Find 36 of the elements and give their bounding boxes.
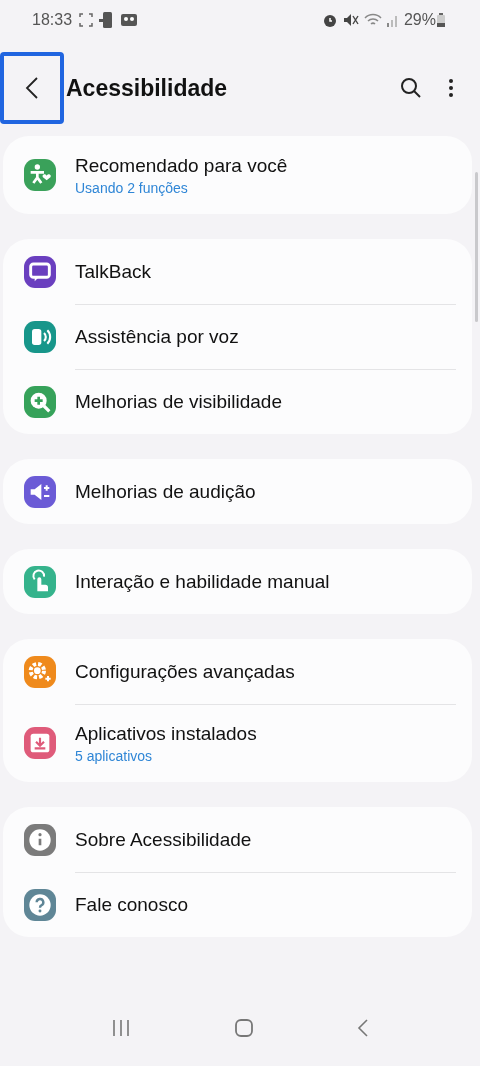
battery-percent: 29%: [403, 11, 436, 29]
item-title: Assistência por voz: [75, 326, 240, 348]
back-button[interactable]: [0, 52, 64, 124]
battery-icon: [436, 12, 446, 28]
item-subtitle: 5 aplicativos: [75, 748, 154, 764]
item-title: Aplicativos instalados: [75, 723, 258, 745]
item-title: TalkBack: [75, 260, 153, 283]
home-icon: [234, 1018, 254, 1038]
item-title: Fale conosco: [75, 894, 189, 916]
settings-item[interactable]: TalkBack: [3, 239, 472, 304]
settings-item[interactable]: Melhorias de audição: [3, 459, 472, 524]
alarm-icon: [321, 12, 338, 28]
page-title: Acessibilidade: [66, 74, 229, 102]
more-icon: [448, 78, 454, 98]
search-icon: [400, 77, 422, 99]
clock-time: 18:33: [32, 11, 73, 29]
recent-apps-icon: [111, 1019, 132, 1037]
settings-item[interactable]: Aplicativos instalados 5 aplicativos: [3, 704, 472, 782]
settings-item[interactable]: Sobre Acessibilidade: [3, 807, 472, 872]
item-subtitle: Usando 2 funções: [75, 179, 189, 196]
item-title: Melhorias de visibilidade: [75, 391, 283, 413]
settings-item[interactable]: Melhorias de visibilidade: [3, 369, 472, 434]
item-title: Melhorias de audição: [75, 480, 257, 503]
item-title: Interação e habilidade manual: [75, 570, 331, 593]
settings-item[interactable]: Assistência por voz: [3, 304, 472, 369]
settings-item[interactable]: Configurações avançadas: [3, 639, 472, 704]
item-title: Configurações avançadas: [75, 660, 296, 683]
settings-item[interactable]: Fale conosco: [3, 872, 472, 937]
wifi-icon: [363, 12, 382, 28]
item-title: Recomendado para você: [75, 154, 289, 177]
screenshot-icon: [78, 12, 95, 28]
mute-icon: [341, 12, 360, 28]
item-title: Sobre Acessibilidade: [75, 828, 253, 851]
settings-item[interactable]: Interação e habilidade manual: [3, 549, 472, 614]
voicemail-icon: [120, 12, 139, 28]
settings-item[interactable]: Recomendado para você Usando 2 funções: [3, 136, 472, 214]
